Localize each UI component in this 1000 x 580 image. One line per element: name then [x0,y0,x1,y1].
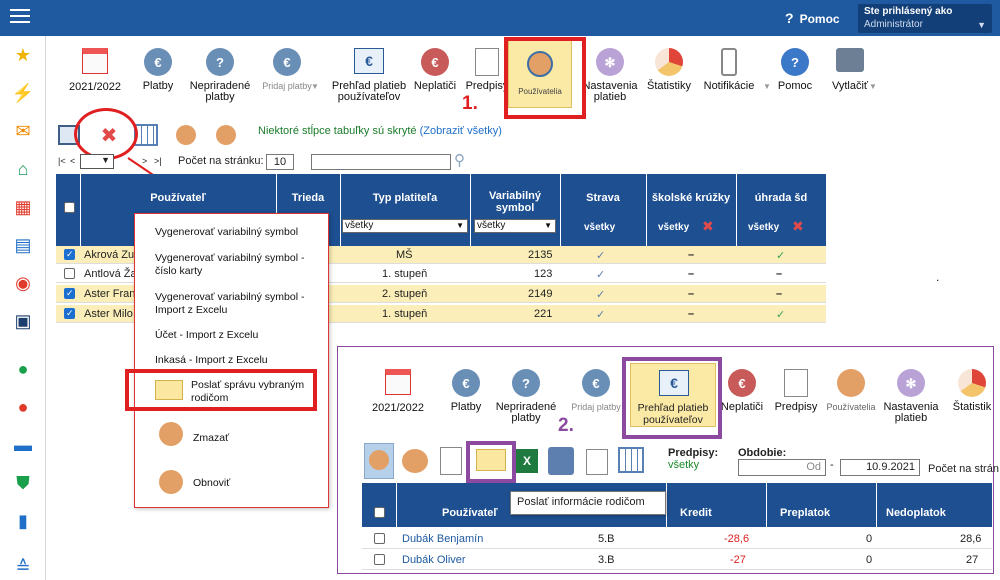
col-header-kredit[interactable]: Kredit [680,507,712,519]
menu-generate-vs-excel[interactable]: Vygenerovať variabilný symbol - Import z… [155,291,320,317]
chevron-down-icon: ▼ [101,155,110,165]
inset-platby[interactable]: € Platby [446,369,486,413]
row-checkbox[interactable] [374,533,385,544]
inset-user-view-button[interactable] [364,443,394,479]
inset-neplatici[interactable]: € Neplatiči [720,369,764,413]
col-header-kruzky[interactable]: školské krúžky [646,192,736,204]
debt-bag-icon: € [728,369,756,397]
inset-year[interactable]: 2021/2022 [370,369,426,414]
row-checkbox[interactable] [64,308,75,319]
menu-delete[interactable]: Zmazať [193,432,229,445]
date-dash: - [830,459,834,471]
col-header-user[interactable]: Používateľ [80,192,276,204]
prev-page-button[interactable]: < [70,156,75,166]
document-icon [784,369,808,397]
menu-generate-vs[interactable]: Vygenerovať variabilný symbol [155,226,320,239]
excel-icon[interactable]: X [516,449,538,473]
inset-pouzivatelia[interactable]: Používatelia [826,369,876,413]
predpisy-label: Predpisy: [668,447,719,459]
payer-type-filter[interactable]: všetky ▼ [342,219,468,233]
pie-chart-icon [958,369,986,397]
kruzky-filter[interactable]: všetky [658,222,689,233]
per-page-label: Počet na strán [928,463,999,475]
document-add-icon[interactable] [586,449,608,475]
calendar-icon [385,369,411,395]
first-page-button[interactable]: |< [58,156,66,166]
row-checkbox[interactable] [64,268,75,279]
user-icon [837,369,865,397]
col-header-sd[interactable]: úhrada šd [736,192,826,204]
inset-screenshot: 2021/2022 € Platby ? Nepriradené platby € P… [337,346,999,574]
next-page-button[interactable]: > [142,156,147,166]
last-page-button[interactable]: >| [154,156,162,166]
add-bag-icon: € [582,369,610,397]
row-checkbox[interactable] [64,249,75,260]
highlight-box-send [125,369,317,411]
per-page-label: Počet na stránku: [178,155,264,167]
tooltip: Poslať informácie rodičom [510,491,666,515]
menu-inkasa-import[interactable]: Inkasá - Import z Excelu [155,354,320,367]
user-restore-icon [159,470,183,494]
vs-filter[interactable]: všetky ▼ [474,219,556,233]
col-header-nedoplatok[interactable]: Nedoplatok [886,507,946,519]
chevron-down-icon: ▼ [544,221,552,230]
table-row[interactable]: Dubák Oliver 3.B -27 0 27 [362,550,992,570]
predpisy-value[interactable]: všetky [668,459,699,471]
obdobie-label: Obdobie: [738,447,787,459]
row-checkbox[interactable] [64,288,75,299]
search-icon[interactable]: ⚲ [454,151,465,169]
user-delete-icon [159,422,183,446]
menu-account-import[interactable]: Účet - Import z Excelu [155,329,320,342]
menu-restore[interactable]: Obnoviť [193,477,230,490]
row-checkbox[interactable] [374,554,385,565]
step-marker-2: 2. [558,415,574,436]
per-page-input[interactable]: 10 [266,154,294,170]
col-header-vs[interactable]: Variabilný symbol [470,190,560,214]
search-input[interactable] [311,154,451,170]
user-icon [369,450,389,470]
pager: |< < ▼ > >| Počet na stránku: 10 ⚲ [56,152,576,172]
inset-statistiky[interactable]: Štatistik [950,369,994,413]
inset-grid-header: Používateľ Kredit Preplatok Nedoplatok [362,483,992,527]
col-header-class[interactable]: Trieda [276,192,340,204]
inset-predpisy[interactable]: Predpisy [774,369,818,413]
inset-nepriradene[interactable]: ? Nepriradené platby [494,369,558,424]
table-row[interactable]: Dubák Benjamín 5.B -28,6 0 28,6 [362,529,992,549]
highlight-box-2 [622,357,722,439]
inset-pridaj[interactable]: € Pridaj platby [568,369,624,413]
bank-icon[interactable] [548,447,574,475]
chevron-down-icon: ▼ [456,221,464,230]
inset-nastavenia[interactable]: ✻ Nastavenia platieb [882,369,940,424]
highlight-box-envelope [466,441,516,483]
dot: . [936,270,940,284]
col-header-payer-type[interactable]: Typ platiteľa [340,192,470,204]
table-columns-icon[interactable] [618,447,644,473]
users-group-icon[interactable] [402,449,428,473]
select-all-checkbox[interactable] [64,202,75,213]
col-header-preplatok[interactable]: Preplatok [780,507,830,519]
date-from-input[interactable]: Od [738,459,826,476]
page-select[interactable]: ▼ [80,154,114,169]
tools-popup-menu: Vygenerovať variabilný symbol Vygenerova… [134,213,329,508]
unknown-bag-icon: ? [512,369,540,397]
strava-filter[interactable]: všetky [584,222,615,233]
money-bag-icon: € [452,369,480,397]
tools-icon[interactable]: ✖ [702,218,714,235]
col-header-strava[interactable]: Strava [560,192,646,204]
document-euro-icon[interactable] [440,447,462,475]
sd-filter[interactable]: všetky [748,222,779,233]
tools-icon[interactable]: ✖ [792,218,804,235]
select-all-checkbox[interactable] [374,507,385,518]
col-header-user[interactable]: Používateľ [442,507,498,519]
gear-icon: ✻ [897,369,925,397]
menu-generate-vs-card[interactable]: Vygenerovať variabilný symbol - číslo ka… [155,252,320,278]
date-to-input[interactable]: 10.9.2021 [840,459,920,476]
